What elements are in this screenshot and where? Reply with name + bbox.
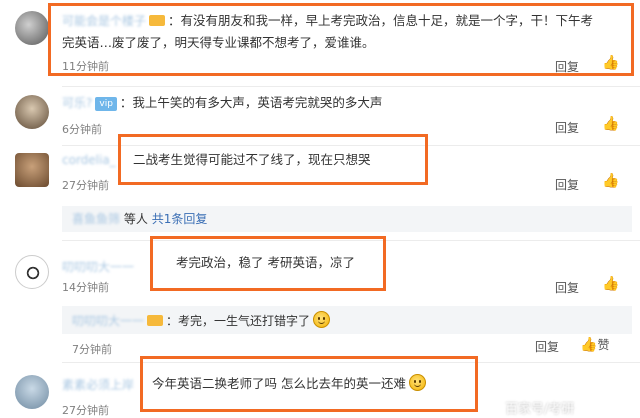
like-label: 赞: [597, 338, 610, 352]
username[interactable]: 叨叨叨大一一: [62, 258, 134, 275]
username[interactable]: 叨叨叨大一一: [72, 314, 144, 328]
highlight-box: [48, 3, 634, 76]
username[interactable]: cordelia_: [62, 153, 116, 167]
vip-badge-icon: [147, 315, 164, 326]
highlight-box: [140, 356, 478, 412]
reply-text: 等人: [123, 212, 148, 226]
thumb-up-icon[interactable]: 👍: [602, 173, 619, 189]
timestamp: 7分钟前: [72, 343, 112, 356]
avatar[interactable]: [15, 95, 49, 129]
username[interactable]: 可乐?: [62, 96, 92, 110]
comment-text: ：我上午笑的有多大声，英语考完就哭的多大声: [119, 95, 383, 110]
thumb-up-icon: 👍: [580, 337, 598, 353]
reply-button[interactable]: 回复: [555, 279, 579, 296]
reply-button[interactable]: 回复: [555, 119, 579, 136]
like-button[interactable]: 👍赞: [580, 336, 609, 353]
avatar[interactable]: [15, 375, 49, 409]
timestamp: 6分钟前: [62, 123, 102, 136]
avatar[interactable]: [15, 255, 49, 289]
avatar[interactable]: [15, 153, 49, 187]
divider: [62, 86, 640, 87]
vip-badge-icon: vip: [95, 97, 117, 111]
watermark: 百家号/考研: [505, 402, 575, 417]
reply-text: ：考完，一生气还打错字了: [166, 314, 311, 328]
view-replies-link[interactable]: 共1条回复: [152, 212, 208, 226]
reply-thread-row: 叨叨叨大一一 ：考完，一生气还打错字了: [72, 311, 331, 329]
highlight-box: [118, 134, 428, 185]
highlight-box: [150, 236, 386, 291]
avatar[interactable]: [15, 11, 49, 45]
thumb-up-icon[interactable]: 👍: [602, 116, 619, 132]
timestamp: 27分钟前: [62, 179, 109, 192]
comment-2: 可乐? vip ：我上午笑的有多大声，英语考完就哭的多大声: [62, 92, 382, 114]
reply-thread-row: 喜鱼鱼筛 等人 共1条回复: [72, 210, 207, 227]
thumb-up-icon[interactable]: 👍: [602, 276, 619, 292]
smiley-icon: [313, 311, 331, 328]
timestamp: 14分钟前: [62, 281, 109, 294]
username[interactable]: 素素必须上岸: [62, 376, 134, 393]
reply-button[interactable]: 回复: [555, 176, 579, 193]
username[interactable]: 喜鱼鱼筛: [72, 212, 120, 226]
timestamp: 27分钟前: [62, 404, 109, 417]
reply-button[interactable]: 回复: [535, 338, 559, 355]
